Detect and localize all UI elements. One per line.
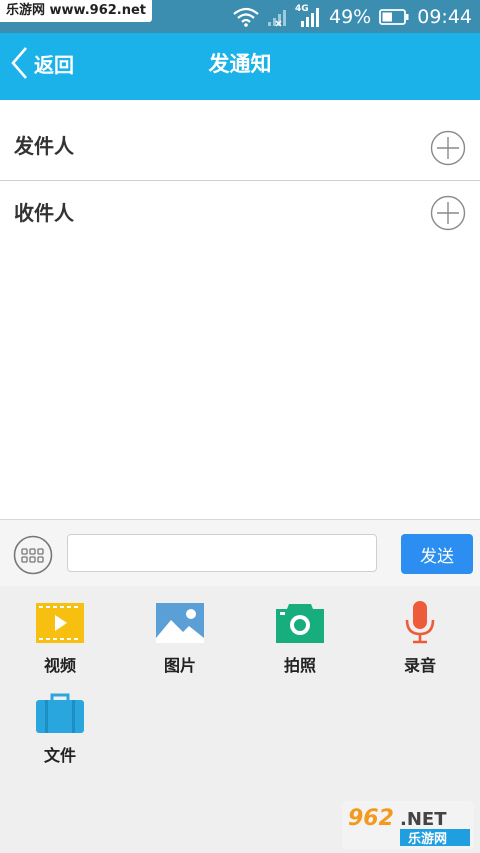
message-content-area	[0, 261, 480, 519]
recipient-row[interactable]: 收件人	[0, 181, 480, 262]
recipient-label: 收件人	[14, 201, 74, 225]
send-button[interactable]: 发送	[401, 534, 473, 574]
tool-video[interactable]: 视频	[10, 602, 110, 676]
add-recipient-icon[interactable]	[430, 195, 466, 231]
wifi-icon	[233, 7, 259, 27]
tool-label: 视频	[43, 656, 76, 675]
message-input[interactable]	[67, 534, 377, 572]
signal-4g-icon: 4G	[295, 4, 321, 28]
tool-label: 文件	[43, 746, 76, 765]
battery-icon	[379, 8, 409, 25]
video-icon	[36, 603, 84, 643]
sender-label: 发件人	[14, 134, 74, 158]
tool-label: 图片	[163, 656, 196, 675]
status-bar: 乐游网 www.962.net 4G 49% 09:44	[0, 0, 480, 33]
status-icons: 4G 49% 09:44	[233, 0, 472, 33]
microphone-icon	[405, 601, 435, 644]
tool-label: 录音	[403, 656, 436, 675]
input-bar: 发送	[0, 519, 480, 587]
svg-text:乐游网: 乐游网	[408, 831, 447, 847]
add-sender-icon[interactable]	[430, 130, 466, 166]
title-bar: 返回 发通知	[0, 33, 480, 100]
svg-text:.NET: .NET	[400, 809, 447, 830]
watermark-text: 乐游网 www.962.net	[0, 0, 153, 22]
signal-no-sim-icon	[268, 9, 286, 27]
tool-camera[interactable]: 拍照	[250, 600, 350, 676]
image-icon	[156, 603, 204, 643]
keyboard-toggle-icon[interactable]	[13, 535, 53, 575]
sender-row[interactable]: 发件人	[0, 100, 480, 181]
svg-text:962: 962	[348, 806, 394, 831]
tool-label: 拍照	[283, 656, 316, 675]
battery-percent: 49%	[329, 5, 372, 28]
camera-icon	[276, 604, 324, 643]
watermark-logo: 962 .NET 乐游网	[342, 801, 474, 849]
clock: 09:44	[417, 5, 472, 28]
tool-file[interactable]: 文件	[10, 692, 110, 766]
briefcase-icon	[36, 693, 84, 733]
tool-record[interactable]: 录音	[370, 600, 470, 676]
tool-image[interactable]: 图片	[130, 602, 230, 676]
page-title: 发通知	[208, 52, 272, 76]
